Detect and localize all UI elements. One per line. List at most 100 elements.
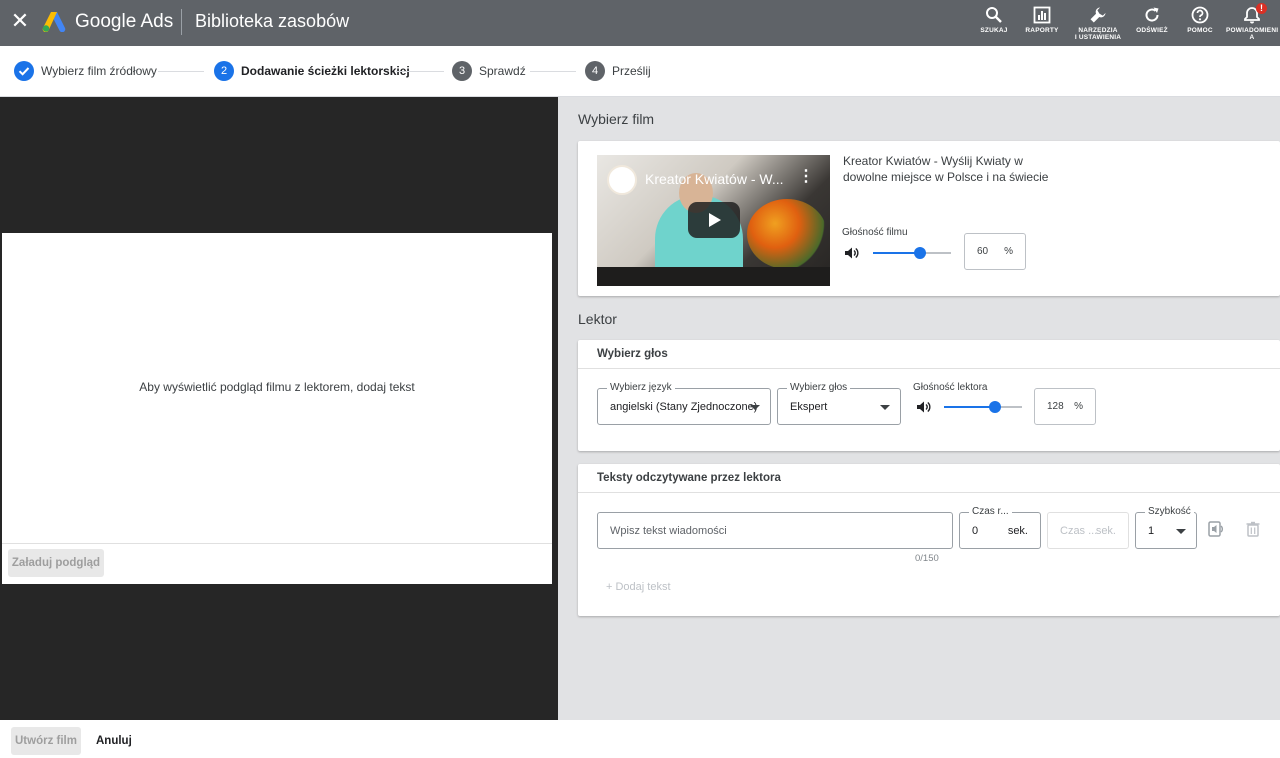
settings-pane: Wybierz film Kreator Kwiatów - W... ⋮ Kr… — [558, 97, 1280, 720]
voice-volume-slider[interactable] — [944, 400, 1022, 414]
reports-button[interactable]: RAPORTY — [1016, 6, 1068, 46]
speed-select-value: 1 — [1148, 525, 1155, 537]
search-button[interactable]: SZUKAJ — [968, 6, 1020, 46]
footer-bar: Utwórz film Anuluj — [0, 720, 1280, 758]
step-number: 2 — [214, 61, 234, 81]
more-vert-icon[interactable]: ⋮ — [798, 169, 814, 185]
language-select-value: angielski (Stany Zjednoczone) — [610, 401, 758, 413]
message-placeholder: Wpisz tekst wiadomości — [610, 525, 727, 537]
top-bar: ✕ Google Ads Biblioteka zasobów SZUKAJ R… — [0, 0, 1280, 46]
end-time-unit: sek. — [1095, 525, 1116, 537]
end-time-placeholder: Czas ... — [1060, 525, 1098, 537]
preview-pane: Aby wyświetlić podgląd filmu z lektorem,… — [0, 97, 558, 720]
film-heading: Wybierz film — [578, 111, 655, 127]
film-volume-label: Głośność filmu — [842, 227, 908, 238]
help-icon — [1191, 6, 1209, 24]
reports-button-label: RAPORTY — [1025, 27, 1059, 34]
step-review[interactable]: 3 Sprawdź — [452, 61, 526, 81]
brand-name: Google Ads — [75, 11, 174, 32]
add-text-link[interactable]: + Dodaj tekst — [606, 581, 671, 593]
start-time-unit: sek. — [1007, 525, 1028, 537]
refresh-icon — [1145, 7, 1159, 22]
step-number: 4 — [585, 61, 605, 81]
voice-select[interactable]: Wybierz głos Ekspert — [777, 382, 901, 425]
search-button-label: SZUKAJ — [980, 27, 1008, 34]
lektor-heading: Lektor — [578, 311, 617, 327]
voice-card-title: Wybierz głos — [597, 348, 668, 360]
voice-select-label: Wybierz głos — [787, 382, 851, 393]
step-connector — [396, 71, 444, 72]
reports-icon — [1033, 6, 1051, 24]
step-source-film[interactable]: Wybierz film źródłowy — [14, 61, 157, 81]
texts-card: Teksty odczytywane przez lektora Wpisz t… — [578, 464, 1280, 616]
preview-divider — [2, 543, 552, 544]
preview-message: Aby wyświetlić podgląd filmu z lektorem,… — [139, 380, 415, 394]
char-counter: 0/150 — [915, 553, 939, 564]
step-label: Dodawanie ścieżki lektorskiej — [241, 64, 410, 78]
notifications-button[interactable]: ! POWIADOMIENI A — [1226, 3, 1279, 46]
step-connector — [530, 71, 576, 72]
film-card: Kreator Kwiatów - W... ⋮ Kreator Kwiatów… — [578, 141, 1280, 296]
start-time-field[interactable]: Czas r... 0 sek. — [959, 506, 1041, 549]
checkmark-icon — [14, 61, 34, 81]
slider-thumb[interactable] — [913, 247, 926, 259]
speed-select[interactable]: Szybkość 1 — [1135, 506, 1197, 549]
voice-preview-icon[interactable] — [1207, 520, 1225, 538]
wrench-icon — [1090, 7, 1106, 23]
title-divider — [181, 9, 182, 35]
cancel-button[interactable]: Anuluj — [96, 735, 132, 747]
step-upload[interactable]: 4 Prześlij — [585, 61, 651, 81]
step-label: Sprawdź — [479, 64, 526, 78]
end-time-field[interactable]: Czas ... sek. — [1047, 512, 1129, 549]
channel-avatar — [607, 165, 637, 195]
film-volume-field[interactable]: 60 % — [964, 233, 1026, 270]
slider-thumb[interactable] — [989, 401, 1002, 413]
percent-unit: % — [1004, 246, 1013, 257]
language-select-label: Wybierz język — [607, 382, 675, 393]
speed-select-label: Szybkość — [1145, 506, 1194, 517]
card-divider — [578, 492, 1280, 493]
refresh-button-label: ODŚWIEŻ — [1136, 27, 1168, 34]
voice-volume-field[interactable]: 128 % — [1034, 388, 1096, 425]
message-input[interactable]: Wpisz tekst wiadomości — [597, 512, 953, 549]
voice-volume-value: 128 — [1047, 401, 1064, 412]
stepper: Wybierz film źródłowy 2 Dodawanie ścieżk… — [0, 46, 1280, 97]
help-button-label: POMOC — [1187, 27, 1213, 34]
texts-card-title: Teksty odczytywane przez lektora — [597, 472, 781, 484]
video-thumbnail[interactable]: Kreator Kwiatów - W... ⋮ — [597, 155, 830, 286]
video-name: Kreator Kwiatów - Wyślij Kwiaty w dowoln… — [843, 154, 1049, 184]
film-volume-slider[interactable] — [873, 246, 951, 260]
percent-unit: % — [1074, 401, 1083, 412]
step-label: Wybierz film źródłowy — [41, 64, 157, 78]
voice-card: Wybierz głos Wybierz język angielski (St… — [578, 340, 1280, 451]
dropdown-arrow-icon — [750, 405, 760, 410]
start-time-label: Czas r... — [969, 506, 1012, 517]
tools-settings-label: NARZĘDZIA I USTAWIENIA — [1074, 27, 1122, 41]
create-film-button[interactable]: Utwórz film — [11, 727, 81, 755]
refresh-button[interactable]: ODŚWIEŻ — [1126, 6, 1178, 46]
step-voiceover[interactable]: 2 Dodawanie ścieżki lektorskiej — [214, 61, 410, 81]
page-title: Biblioteka zasobów — [195, 11, 350, 31]
delete-icon[interactable] — [1244, 520, 1262, 538]
film-volume-value: 60 — [977, 246, 989, 257]
volume-icon — [917, 401, 931, 413]
language-select[interactable]: Wybierz język angielski (Stany Zjednoczo… — [597, 382, 771, 425]
load-preview-button[interactable]: Załaduj podgląd — [8, 549, 104, 577]
voice-volume-label: Głośność lektora — [913, 382, 988, 393]
close-icon[interactable]: ✕ — [10, 10, 30, 32]
dropdown-arrow-icon — [1176, 529, 1186, 534]
preview-box: Aby wyświetlić podgląd filmu z lektorem,… — [2, 233, 552, 584]
card-divider — [578, 368, 1280, 369]
volume-icon — [845, 247, 859, 259]
video-thumb-title: Kreator Kwiatów - W... — [645, 171, 784, 187]
google-ads-logo — [42, 12, 66, 32]
step-label: Prześlij — [612, 64, 651, 78]
search-icon — [986, 7, 1002, 23]
notification-badge: ! — [1256, 3, 1267, 14]
notifications-label: POWIADOMIENI A — [1226, 27, 1279, 41]
help-button[interactable]: POMOC — [1174, 6, 1226, 46]
play-icon[interactable] — [688, 202, 740, 238]
step-number: 3 — [452, 61, 472, 81]
voice-select-value: Ekspert — [790, 401, 828, 413]
tools-settings-button[interactable]: NARZĘDZIA I USTAWIENIA — [1072, 6, 1124, 46]
